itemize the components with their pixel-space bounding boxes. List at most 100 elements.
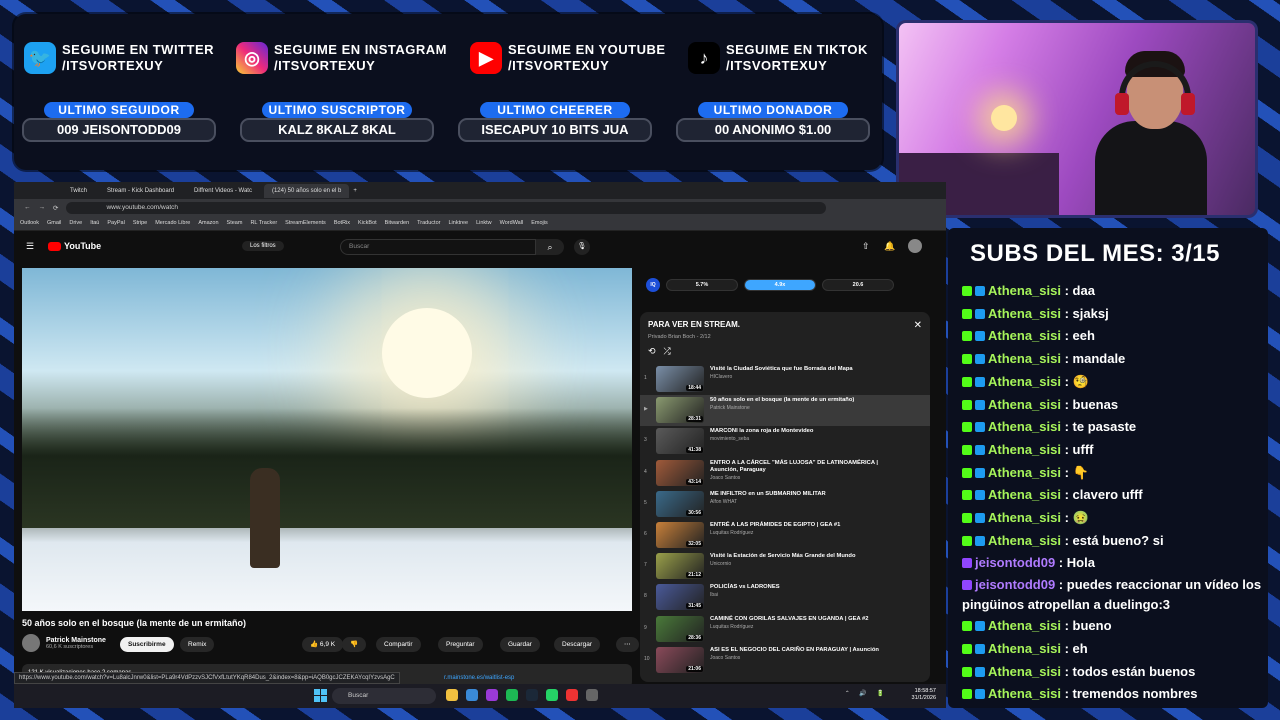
chat-username[interactable]: Athena_sisi: [988, 306, 1061, 321]
obs-icon[interactable]: [566, 689, 578, 701]
playlist-item[interactable]: ▶ 28:31 50 años solo en el bosque (la ment…: [640, 395, 930, 427]
loop-icon[interactable]: ⟲: [648, 346, 656, 357]
chat-username[interactable]: Athena_sisi: [988, 533, 1061, 548]
search-icon[interactable]: ⌕: [536, 239, 564, 255]
more-button[interactable]: ⋯: [616, 637, 639, 652]
playlist-video-title[interactable]: ENTRÉ A LAS PIRÁMIDES DE EGIPTO | GEA #1: [710, 522, 900, 529]
tab-twitch[interactable]: Twitch: [62, 184, 95, 198]
app-icon[interactable]: [586, 689, 598, 701]
video-thumbnail[interactable]: 41:38: [656, 428, 704, 455]
whatsapp-icon[interactable]: [546, 689, 558, 701]
chat-username[interactable]: Athena_sisi: [988, 465, 1061, 480]
playlist-item[interactable]: 3 41:38 MARCONI la zona roja de Montevideo…: [640, 426, 930, 457]
playlist-item[interactable]: 10 21:06 ASI ES EL NEGOCIO DEL CARIÑO EN P…: [640, 645, 930, 676]
bookmark-item[interactable]: Mercado Libre: [155, 220, 190, 226]
ask-button[interactable]: Preguntar: [438, 637, 483, 652]
steam-icon[interactable]: [526, 689, 538, 701]
menu-icon[interactable]: ☰: [26, 241, 34, 252]
playlist-channel[interactable]: Ibai: [710, 592, 900, 598]
playlist-video-title[interactable]: POLICÍAS vs LADRONES: [710, 584, 900, 591]
share-button[interactable]: Compartir: [376, 637, 421, 652]
bookmark-item[interactable]: Bitwarden: [385, 220, 409, 226]
filters-button[interactable]: Los filtros: [242, 241, 284, 251]
tab-diffrent[interactable]: Diffrent Videos - Watc: [186, 184, 260, 198]
bookmark-item[interactable]: Itaú: [90, 220, 99, 226]
avatar[interactable]: [908, 239, 922, 253]
bookmark-item[interactable]: PayPal: [107, 220, 124, 226]
speed-option-active[interactable]: 4.9x: [744, 279, 816, 291]
playlist-channel[interactable]: Luquitas Rodríguez: [710, 530, 900, 536]
discord-icon[interactable]: [486, 689, 498, 701]
tab-kick[interactable]: Stream - Kick Dashboard: [99, 184, 182, 198]
playlist-item[interactable]: 6 32:05 ENTRÉ A LAS PIRÁMIDES DE EGIPTO | …: [640, 520, 930, 551]
remix-button[interactable]: Remix: [180, 637, 215, 652]
description-link[interactable]: r.mainstone.es/waitlist-esp: [444, 675, 514, 681]
mic-icon[interactable]: 🎙: [574, 239, 590, 255]
playlist-video-title[interactable]: ME INFILTRO en un SUBMARINO MILITAR: [710, 491, 900, 498]
playlist-video-title[interactable]: ASI ES EL NEGOCIO DEL CARIÑO EN PARAGUAY…: [710, 647, 900, 654]
shuffle-icon[interactable]: ⤮: [664, 346, 671, 357]
bookmark-item[interactable]: StreamElements: [285, 220, 326, 226]
bookmark-item[interactable]: WordWall: [500, 220, 524, 226]
search-input[interactable]: Buscar: [340, 239, 536, 255]
chat-username[interactable]: jeisontodd09: [975, 577, 1055, 592]
url-field[interactable]: www.youtube.com/watch: [66, 201, 827, 214]
video-thumbnail[interactable]: 32:05: [656, 521, 704, 548]
playlist-channel[interactable]: Alfon WHAT: [710, 499, 900, 505]
playlist-channel[interactable]: Luquitas Rodríguez: [710, 624, 900, 630]
playlist-video-title[interactable]: MARCONI la zona roja de Montevideo: [710, 428, 900, 435]
download-button[interactable]: Descargar: [554, 637, 600, 652]
playlist-item[interactable]: 9 28:36 CAMINÉ CON GORILAS SALVAJES EN UGA…: [640, 614, 930, 645]
taskbar-search[interactable]: Buscar: [332, 688, 436, 704]
playlist-item[interactable]: 5 30:56 ME INFILTRO en un SUBMARINO MILITA…: [640, 489, 930, 520]
playlist-channel[interactable]: HIClavero: [710, 374, 900, 380]
clock[interactable]: 18:58:57 31/1/2026: [912, 688, 936, 702]
close-icon[interactable]: ✕: [914, 320, 922, 331]
reload-icon[interactable]: ⟳: [53, 204, 58, 212]
chat-username[interactable]: Athena_sisi: [988, 397, 1061, 412]
playlist-video-title[interactable]: CAMINÉ CON GORILAS SALVAJES EN UGANDA | …: [710, 616, 900, 623]
video-thumbnail[interactable]: 31:45: [656, 584, 704, 611]
new-tab-button[interactable]: +: [353, 188, 357, 194]
youtube-logo[interactable]: YouTube: [48, 241, 101, 251]
video-thumbnail[interactable]: 28:31: [656, 397, 704, 424]
video-thumbnail[interactable]: 30:56: [656, 490, 704, 517]
edge-icon[interactable]: [466, 689, 478, 701]
playlist-item[interactable]: 8 31:45 POLICÍAS vs LADRONES Ibai: [640, 582, 930, 613]
back-icon[interactable]: ←: [24, 204, 31, 211]
playlist-item[interactable]: 4 43:14 ENTRO A LA CÁRCEL "MÁS LUJOSA" DE …: [640, 458, 930, 489]
video-thumbnail[interactable]: 43:14: [656, 459, 704, 486]
bookmark-item[interactable]: Linktree: [448, 220, 468, 226]
playlist-item[interactable]: 1 18:44 Visité la Ciudad Soviética que fue…: [640, 364, 930, 395]
bookmark-item[interactable]: Linktw: [476, 220, 492, 226]
chat-username[interactable]: Athena_sisi: [988, 283, 1061, 298]
chat-username[interactable]: Athena_sisi: [988, 487, 1061, 502]
speed-option[interactable]: 5.7%: [666, 279, 738, 291]
video-player[interactable]: [22, 268, 632, 611]
chat-username[interactable]: Athena_sisi: [988, 618, 1061, 633]
chat-username[interactable]: Athena_sisi: [988, 328, 1061, 343]
bell-icon[interactable]: 🔔: [884, 241, 895, 252]
playlist-channel[interactable]: Patrick Mainstone: [710, 405, 900, 411]
video-thumbnail[interactable]: 18:44: [656, 366, 704, 392]
bookmark-item[interactable]: Traductor: [417, 220, 440, 226]
extension-icon[interactable]: IQ: [646, 278, 660, 292]
bookmark-item[interactable]: KickBot: [358, 220, 377, 226]
chat-username[interactable]: jeisontodd09: [975, 555, 1055, 570]
channel-avatar[interactable]: [22, 634, 40, 652]
subscribe-button[interactable]: Suscribirme: [120, 637, 174, 652]
bookmark-item[interactable]: Outlook: [20, 220, 39, 226]
chat-username[interactable]: Athena_sisi: [988, 641, 1061, 656]
playlist-channel[interactable]: Joaco Santos: [710, 475, 900, 481]
video-thumbnail[interactable]: 21:06: [656, 646, 704, 673]
upload-icon[interactable]: ⇧: [862, 241, 870, 252]
system-tray[interactable]: ⌃ 🔊 🔋: [845, 690, 888, 697]
forward-icon[interactable]: →: [39, 204, 46, 211]
playlist-video-title[interactable]: Visité la Estación de Servicio Más Grand…: [710, 553, 900, 560]
spotify-icon[interactable]: [506, 689, 518, 701]
explorer-icon[interactable]: [446, 689, 458, 701]
speed-option[interactable]: 20.6: [822, 279, 894, 291]
bookmark-item[interactable]: RL Tracker: [250, 220, 277, 226]
like-button[interactable]: 👍 6,9 K: [302, 637, 344, 652]
video-thumbnail[interactable]: 28:36: [656, 615, 704, 642]
